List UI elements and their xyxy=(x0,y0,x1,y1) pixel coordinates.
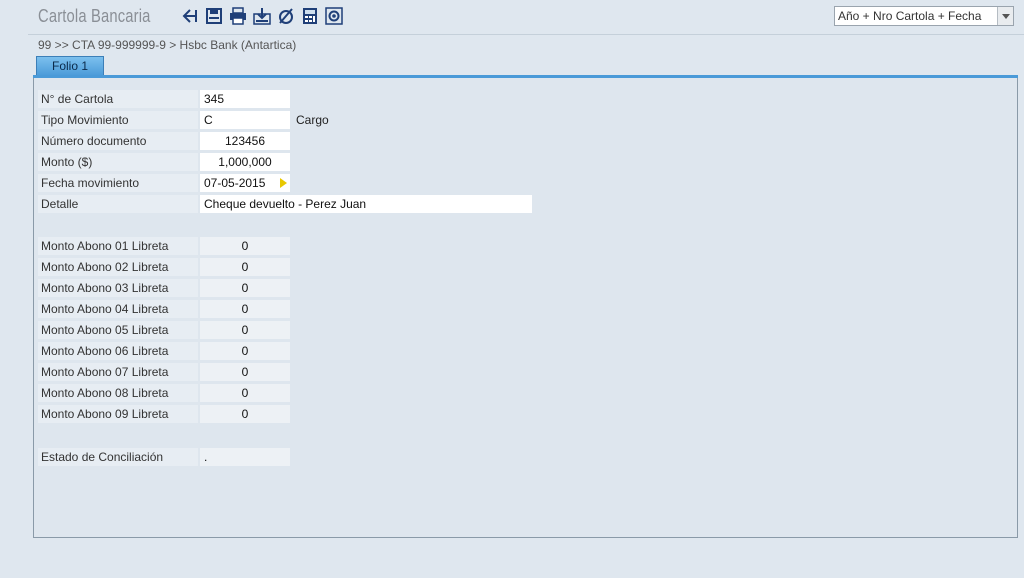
abono-field[interactable]: 0 xyxy=(200,405,290,423)
calculator-icon[interactable] xyxy=(300,6,320,26)
tab-label: Folio 1 xyxy=(51,59,89,73)
abono-field[interactable]: 0 xyxy=(200,342,290,360)
back-icon[interactable] xyxy=(180,6,200,26)
top-bar: Cartola Bancaria Año + Nro Cartola + Fec… xyxy=(0,0,1024,34)
date-picker-arrow-icon[interactable] xyxy=(280,178,287,188)
abono-field[interactable]: 0 xyxy=(200,321,290,339)
sort-order-value: Año + Nro Cartola + Fecha xyxy=(838,9,982,23)
numero-documento-label: Número documento xyxy=(38,132,198,150)
detalle-label: Detalle xyxy=(38,195,198,213)
monto-field[interactable]: 1,000,000 xyxy=(200,153,290,171)
tipo-movimiento-description: Cargo xyxy=(296,113,329,127)
abono-field[interactable]: 0 xyxy=(200,300,290,318)
clear-icon[interactable] xyxy=(276,6,296,26)
abono-field[interactable]: 0 xyxy=(200,258,290,276)
monto-label: Monto ($) xyxy=(38,153,198,171)
app-title: Cartola Bancaria xyxy=(38,6,151,26)
estado-conciliacion-field[interactable]: . xyxy=(200,448,290,466)
export-icon[interactable] xyxy=(252,6,272,26)
abono-field[interactable]: 0 xyxy=(200,279,290,297)
abono-label: Monto Abono 01 Libreta xyxy=(38,237,198,255)
abono-label: Monto Abono 05 Libreta xyxy=(38,321,198,339)
tab-underline xyxy=(33,75,1018,78)
abono-field[interactable]: 0 xyxy=(200,363,290,381)
abono-field[interactable]: 0 xyxy=(200,384,290,402)
estado-conciliacion-label: Estado de Conciliación xyxy=(38,448,198,466)
abono-label: Monto Abono 09 Libreta xyxy=(38,405,198,423)
tipo-movimiento-field[interactable]: C xyxy=(200,111,290,129)
abono-label: Monto Abono 06 Libreta xyxy=(38,342,198,360)
save-icon[interactable] xyxy=(204,6,224,26)
abono-label: Monto Abono 03 Libreta xyxy=(38,279,198,297)
abono-field[interactable]: 0 xyxy=(200,237,290,255)
print-icon[interactable] xyxy=(228,6,248,26)
tipo-movimiento-label: Tipo Movimiento xyxy=(38,111,198,129)
abono-label: Monto Abono 08 Libreta xyxy=(38,384,198,402)
header-divider xyxy=(28,34,1024,35)
abono-label: Monto Abono 07 Libreta xyxy=(38,363,198,381)
abono-label: Monto Abono 02 Libreta xyxy=(38,258,198,276)
cartola-field[interactable]: 345 xyxy=(200,90,290,108)
fecha-movimiento-label: Fecha movimiento xyxy=(38,174,198,192)
chevron-down-icon[interactable] xyxy=(997,7,1013,25)
abono-label: Monto Abono 04 Libreta xyxy=(38,300,198,318)
settings-icon[interactable] xyxy=(324,6,344,26)
cartola-label: N° de Cartola xyxy=(38,90,198,108)
detalle-field[interactable]: Cheque devuelto - Perez Juan xyxy=(200,195,532,213)
numero-documento-field[interactable]: 123456 xyxy=(200,132,290,150)
fecha-movimiento-field[interactable]: 07-05-2015 xyxy=(200,174,290,192)
breadcrumb: 99 >> CTA 99-999999-9 > Hsbc Bank (Antar… xyxy=(38,38,297,52)
tab-folio-1[interactable]: Folio 1 xyxy=(36,56,104,76)
sort-order-select[interactable]: Año + Nro Cartola + Fecha xyxy=(834,6,1014,26)
toolbar xyxy=(180,6,344,26)
